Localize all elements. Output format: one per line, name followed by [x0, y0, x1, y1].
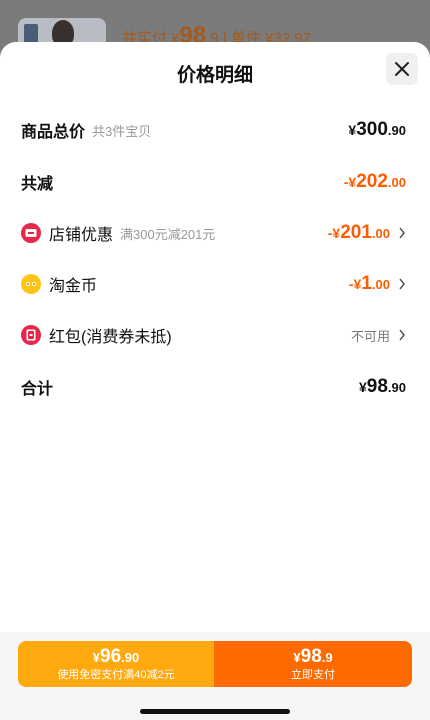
taojinbi-amount: -¥1.00 [348, 273, 390, 294]
home-indicator[interactable] [140, 709, 290, 714]
goods-count: 共3件宝贝 [92, 123, 152, 139]
row-red-packet[interactable]: 红包(消费券未抵) 不可用 [0, 320, 430, 350]
sum-total-label: 合计 [21, 381, 54, 398]
payment-bar: ¥96.90 使用免密支付满40减2元 ¥98.9 立即支付 [18, 641, 412, 687]
close-icon [395, 62, 409, 76]
red-packet-label: 红包(消费券未抵) [49, 329, 172, 346]
coin-icon [21, 274, 41, 294]
row-total-reduction: 共减 -¥202.00 [0, 167, 430, 197]
red-packet-status: 不可用 [350, 328, 390, 344]
chevron-right-icon [399, 278, 405, 290]
pay-now-amount: ¥98.9 [293, 645, 333, 667]
pay-now-label: 立即支付 [291, 668, 335, 681]
store-discount-rule: 满300元减201元 [120, 226, 216, 242]
row-goods-total: 商品总价 共3件宝贝 ¥300.90 [0, 115, 430, 145]
row-store-discount[interactable]: 店铺优惠 满300元减201元 -¥201.00 [0, 218, 430, 248]
goods-total-label: 商品总价 [21, 124, 86, 141]
pay-now-button[interactable]: ¥98.9 立即支付 [214, 641, 412, 687]
password-free-pay-amount: ¥96.90 [92, 645, 140, 667]
row-taojinbi[interactable]: 淘金币 -¥1.00 [0, 269, 430, 299]
sum-total-amount: ¥98.90 [358, 376, 406, 397]
store-discount-label: 店铺优惠 [49, 227, 114, 244]
store-coupon-icon [21, 223, 41, 243]
red-packet-icon [21, 325, 41, 345]
chevron-right-icon [399, 329, 405, 341]
password-free-pay-promo: 使用免密支付满40减2元 [57, 668, 175, 681]
chevron-right-icon [399, 227, 405, 239]
password-free-pay-button[interactable]: ¥96.90 使用免密支付满40减2元 [18, 641, 214, 687]
store-discount-amount: -¥201.00 [327, 222, 390, 243]
total-reduction-amount: -¥202.00 [343, 171, 406, 192]
taojinbi-label: 淘金币 [49, 278, 98, 295]
goods-total-price: ¥300.90 [348, 119, 406, 140]
row-sum-total: 合计 ¥98.90 [0, 372, 430, 402]
close-button[interactable] [386, 53, 418, 85]
total-reduction-label: 共减 [21, 176, 54, 193]
sheet-title: 价格明细 [176, 65, 253, 86]
price-detail-sheet: 价格明细 商品总价 共3件宝贝 ¥300.90 共减 -¥202.00 店铺优惠 [0, 42, 430, 720]
